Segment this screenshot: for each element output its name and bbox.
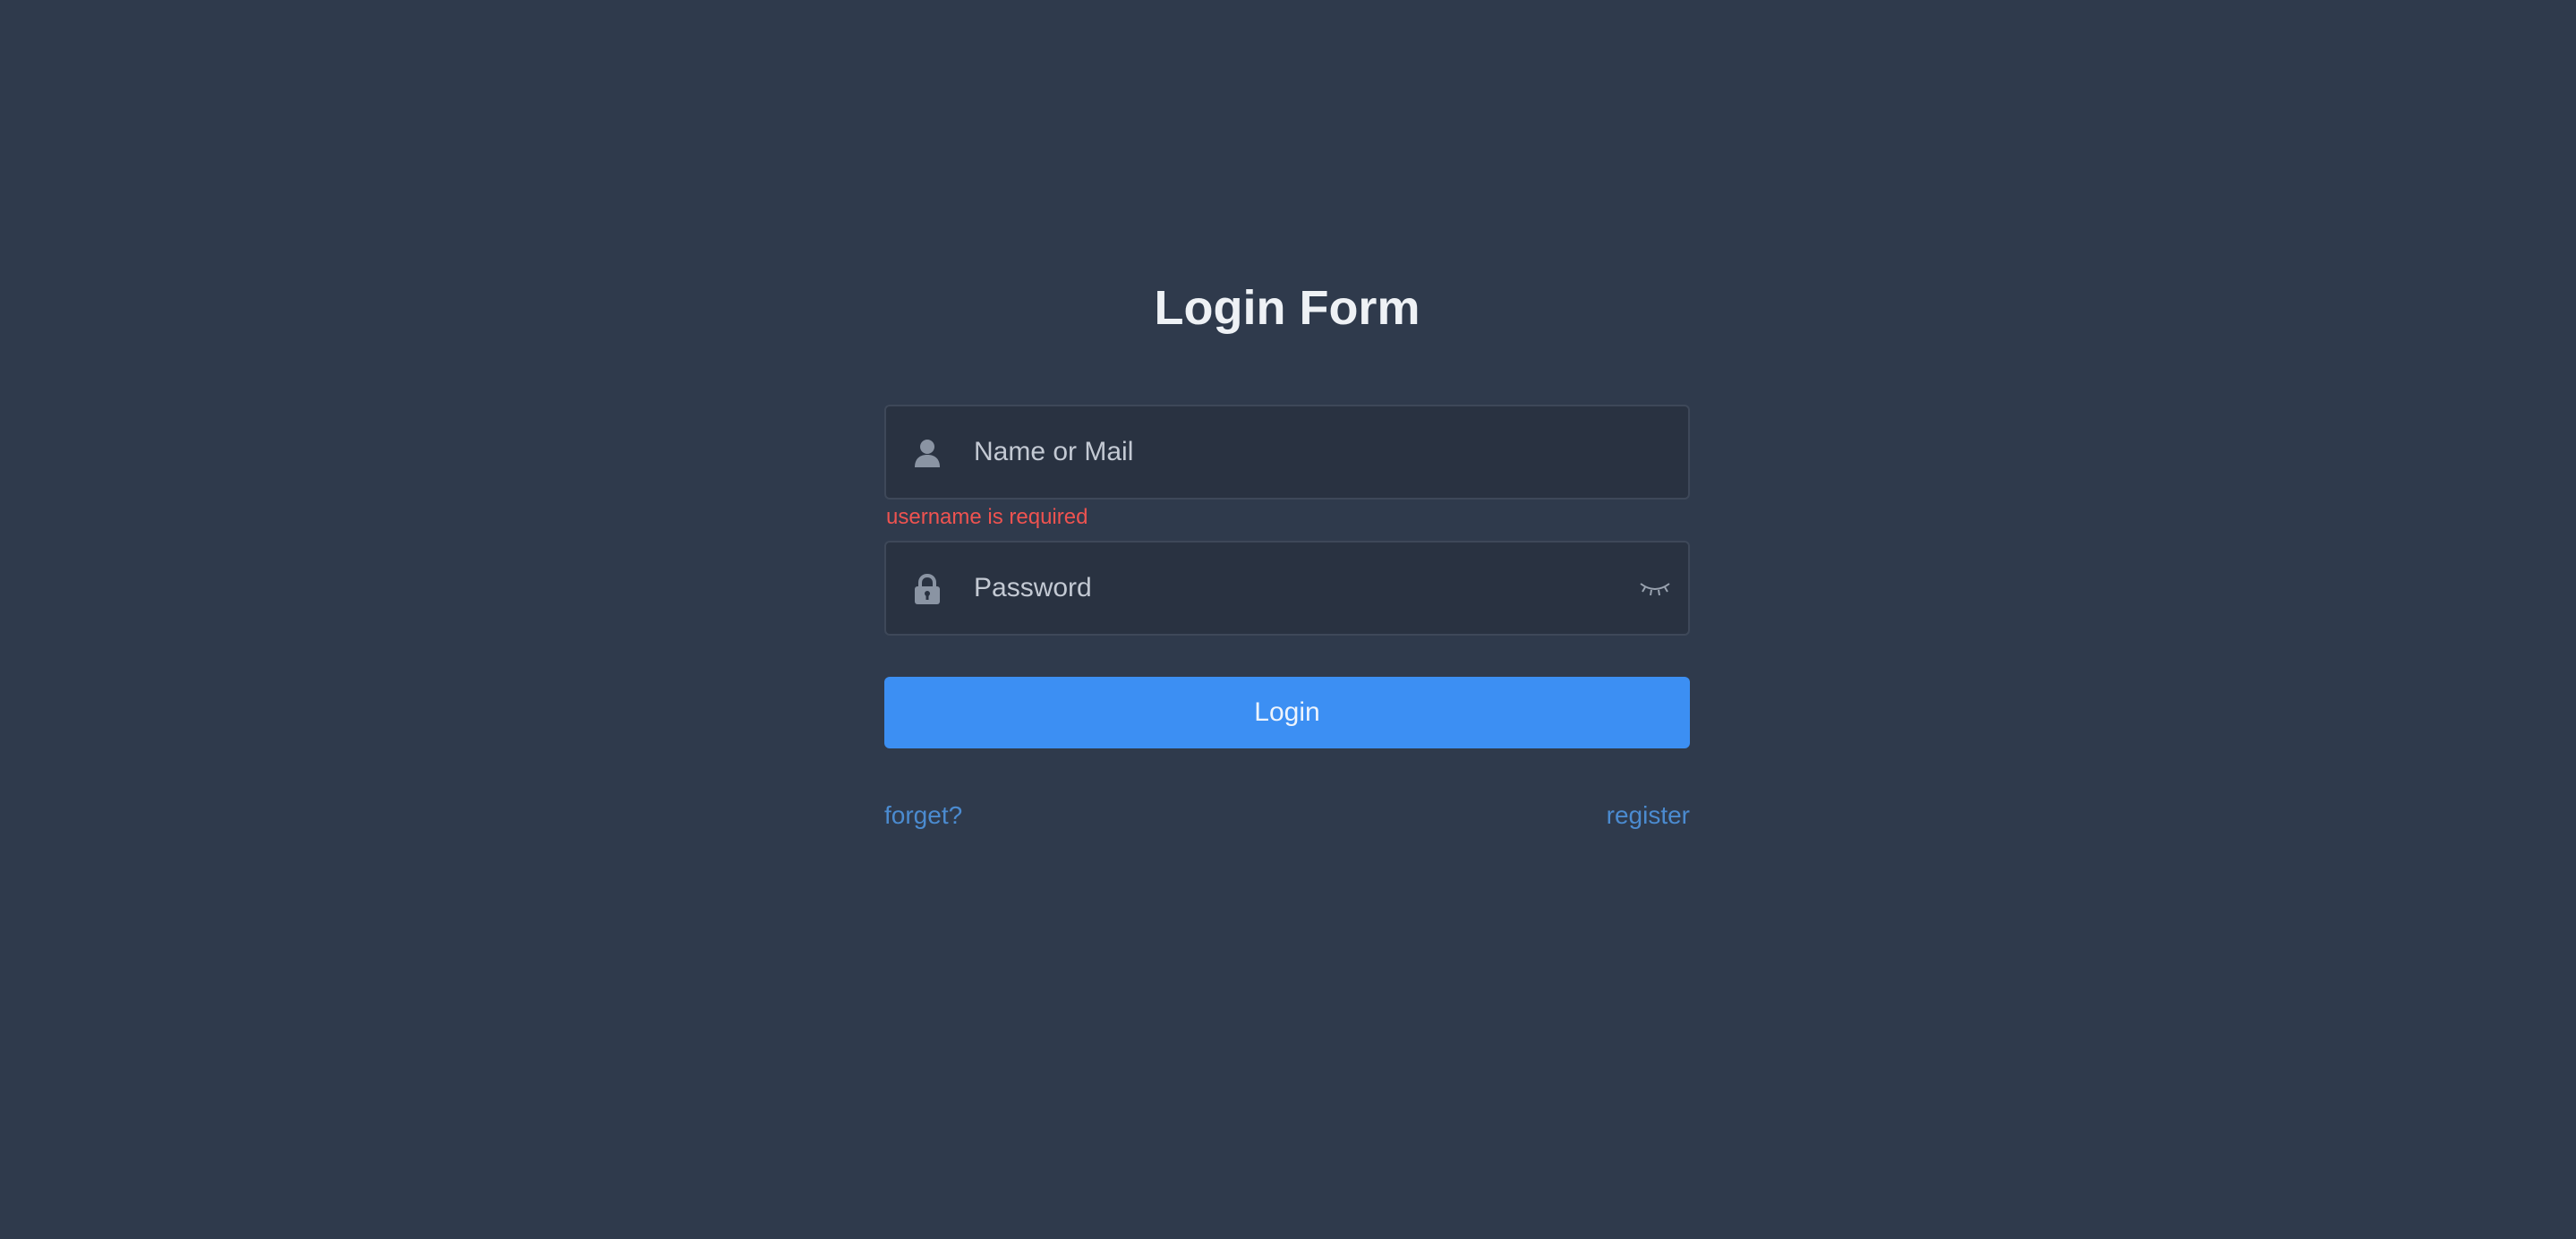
username-error-message: username is required (886, 505, 1088, 529)
password-field[interactable] (884, 541, 1690, 636)
login-button[interactable]: Login (884, 677, 1690, 748)
form-title: Login Form (1154, 281, 1420, 335)
forget-password-link[interactable]: forget? (884, 800, 962, 831)
user-icon (915, 440, 940, 467)
register-link[interactable]: register (1607, 800, 1690, 831)
login-form: Login Form username is required (884, 269, 1690, 829)
username-input[interactable] (974, 406, 1618, 498)
lock-icon (915, 574, 940, 604)
username-field[interactable] (884, 405, 1690, 500)
login-page: Login Form username is required (0, 0, 2576, 1239)
eye-closed-icon[interactable] (1638, 577, 1672, 600)
password-input[interactable] (974, 543, 1618, 634)
